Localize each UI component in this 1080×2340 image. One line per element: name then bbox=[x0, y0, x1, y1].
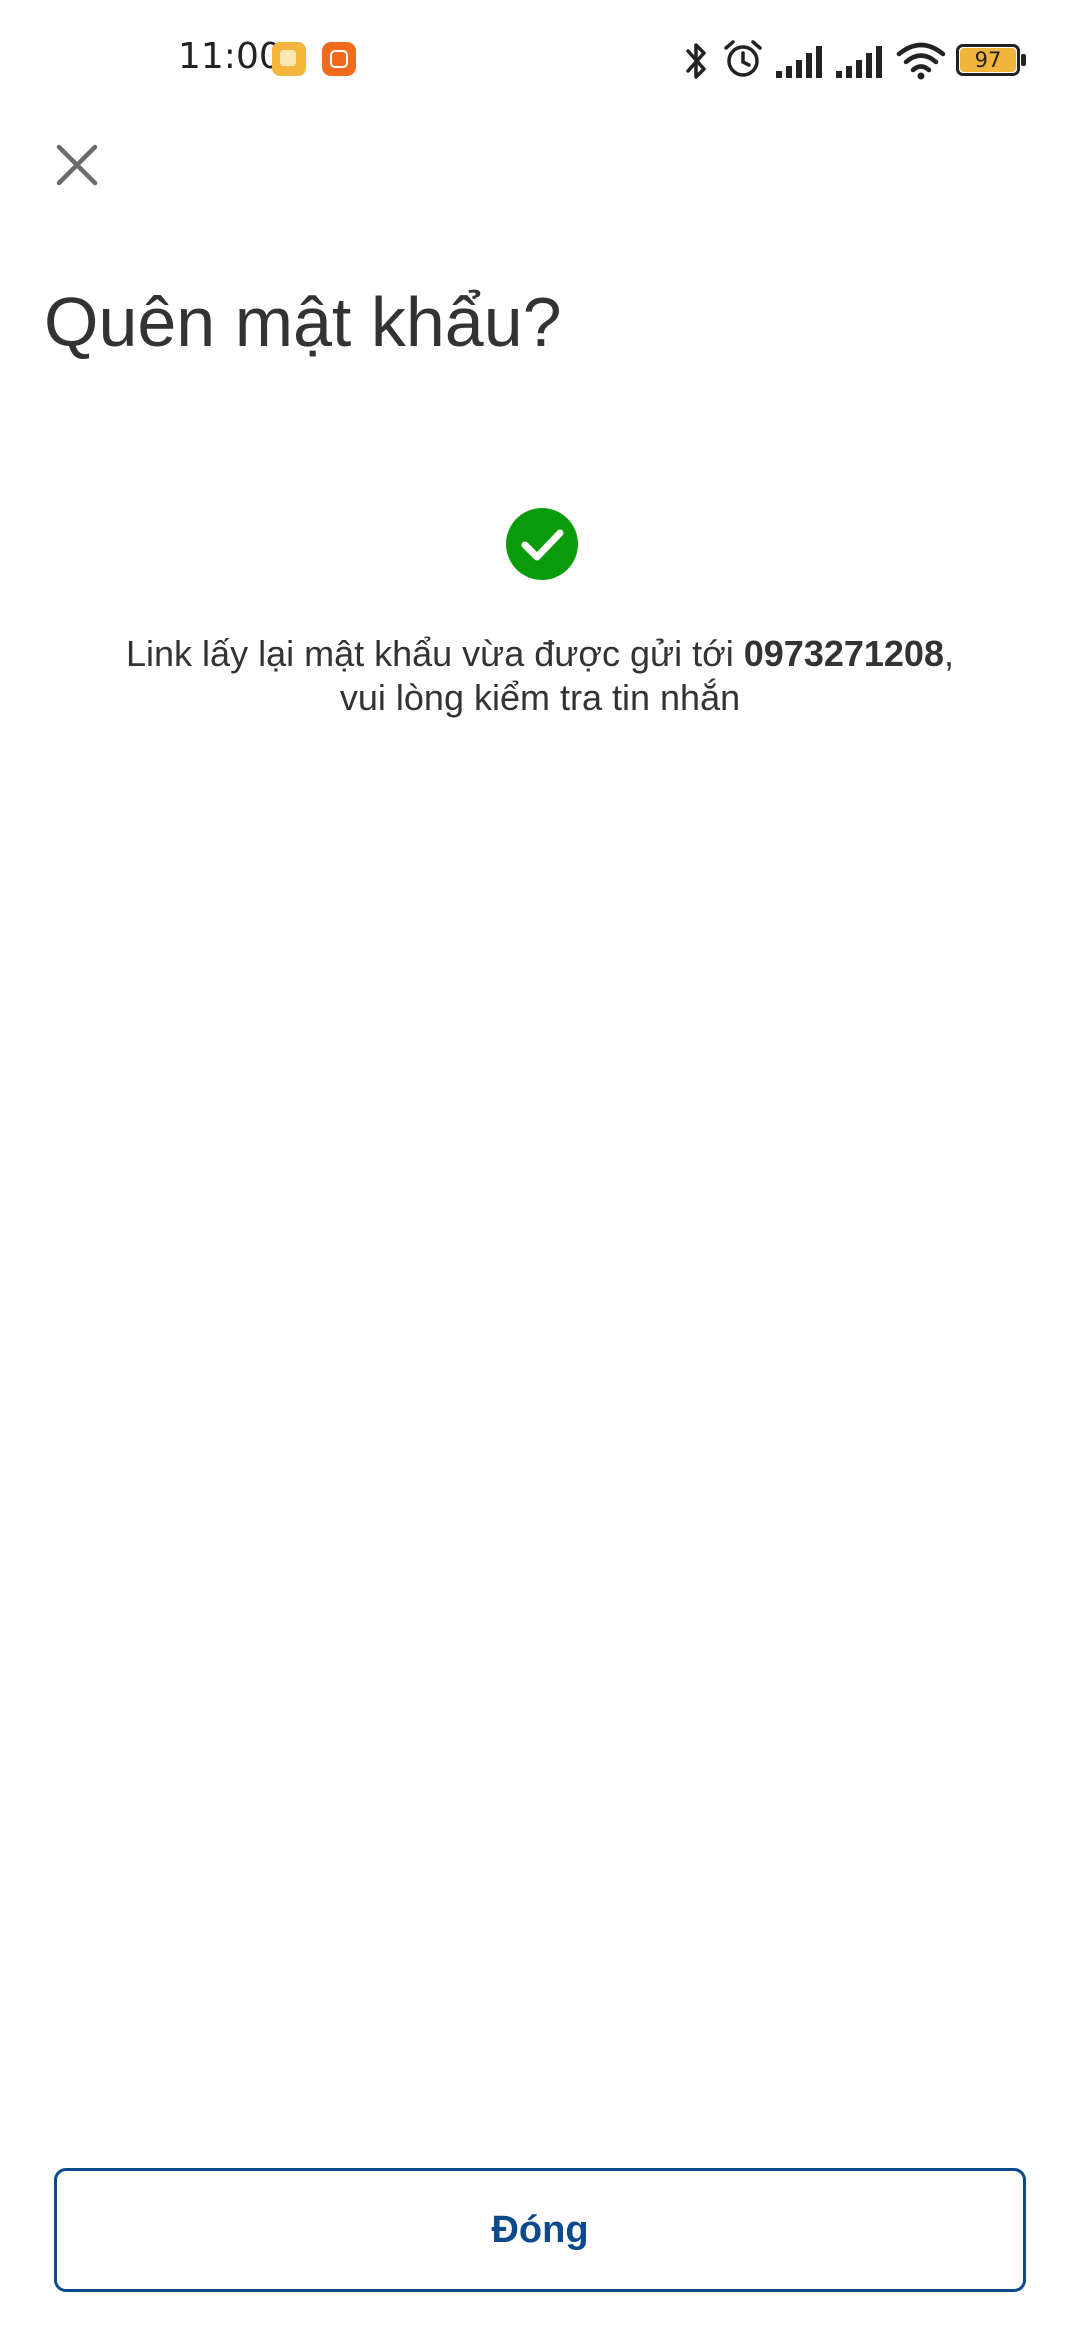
forgot-password-screen: 11:00 97 Quên mật khẩu? Link lấy lại mật… bbox=[0, 0, 1080, 2340]
message-line-1: Link lấy lại mật khẩu vừa được gửi tới 0… bbox=[60, 632, 1020, 676]
check-circle-icon bbox=[506, 508, 578, 580]
signal-icon bbox=[776, 46, 822, 78]
bluetooth-icon bbox=[686, 43, 706, 79]
message-suffix: , bbox=[943, 633, 954, 674]
message-prefix: Link lấy lại mật khẩu vừa được gửi tới bbox=[126, 633, 744, 674]
close-button-label: Đóng bbox=[491, 2208, 589, 2251]
phone-number: 0973271208 bbox=[743, 633, 944, 674]
mi-app-icon bbox=[322, 42, 356, 76]
wifi-icon bbox=[896, 42, 946, 80]
status-time: 11:00 bbox=[178, 36, 282, 77]
signal-icon bbox=[836, 46, 882, 78]
success-message: Link lấy lại mật khẩu vừa được gửi tới 0… bbox=[60, 632, 1020, 720]
notes-app-icon bbox=[272, 42, 306, 76]
close-icon[interactable] bbox=[44, 132, 110, 198]
message-line-2: vui lòng kiểm tra tin nhắn bbox=[339, 677, 741, 718]
page-title: Quên mật khẩu? bbox=[44, 283, 562, 361]
battery-icon: 97 bbox=[956, 44, 1028, 76]
status-bar: 11:00 97 bbox=[0, 0, 1080, 120]
close-button[interactable]: Đóng bbox=[54, 2168, 1026, 2292]
battery-level: 97 bbox=[974, 48, 1002, 72]
alarm-icon bbox=[724, 40, 762, 77]
